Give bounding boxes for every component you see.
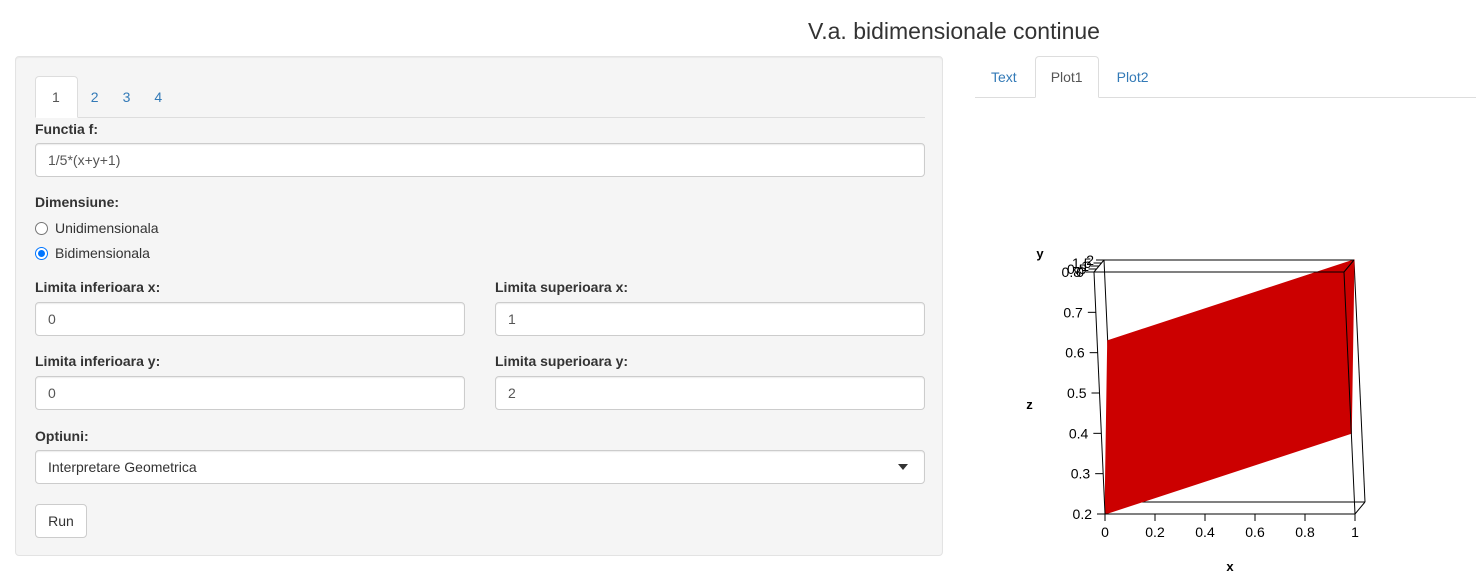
z-tick-label: 0.4 [1069,425,1089,441]
x-lower-label: Limita inferioara x: [35,279,161,295]
radio-unidimensional[interactable]: Unidimensionala [35,220,159,236]
z-tick-label: 0.6 [1065,345,1085,361]
radio-label-unidimensional: Unidimensionala [55,220,159,236]
tab-1[interactable]: 1 [35,76,78,118]
options-selected-value: Interpretare Geometrica [48,459,197,475]
x-tick-label: 0.6 [1245,524,1265,540]
surface-3d-plot: 0 0.2 0.4 0.6 0.8 10.20.30.40.50.60.70.800.51… [1026,246,1366,574]
x-tick-label: 0 [1101,524,1109,540]
caret-down-icon [898,464,908,470]
radio-label-bidimensional: Bidimensionala [55,245,150,261]
run-button[interactable]: Run [35,504,87,538]
x-axis-label: x [1226,559,1234,571]
x-upper-input[interactable]: 1 [495,302,925,336]
plot-area: 0 0.2 0.4 0.6 0.8 1 0.2 0.3 0.4 0.5 0.6 0.7 0.8 0 0.5 1… [975,98,1476,574]
radio-button-unidimensional[interactable] [35,221,48,235]
box-edge [1353,259,1366,503]
tab-plot1[interactable]: Plot1 [1034,56,1099,98]
x-upper-label: Limita superioara x: [495,279,629,295]
tab-3[interactable]: 3 [112,76,142,117]
tab-4[interactable]: 4 [143,76,173,117]
tab-plot2[interactable]: Plot2 [1101,56,1165,97]
z-tick-label: 0.7 [1063,304,1083,320]
main-tabs: Text Plot1 Plot2 [975,56,1476,98]
radio-bidimensional[interactable]: Bidimensionala [35,245,150,261]
box-edge [1354,501,1366,515]
options-select[interactable]: Interpretare Geometrica [35,450,925,484]
x-tick-label: 0.4 [1195,524,1215,540]
tab-2[interactable]: 2 [80,76,110,117]
y-lower-label: Limita inferioara y: [35,353,161,369]
x-tick-label: 0.2 [1145,524,1165,540]
surface-polygon [1104,259,1355,515]
sidebar-panel: 1 2 3 4 Functia f: 1/5*(x+y+1) Dimensiun… [15,56,943,556]
z-tick-label: 0.2 [1073,506,1093,522]
y-upper-input[interactable]: 2 [495,376,925,410]
options-label: Optiuni: [35,428,89,444]
z-tick-label: 0.5 [1067,385,1087,401]
z-tick-label: 0.3 [1071,466,1091,482]
dimension-label: Dimensiune: [35,194,120,210]
sidebar-tabs: 1 2 3 4 [35,76,925,118]
x-tick-label: 1 [1351,524,1359,540]
tab-text[interactable]: Text [975,56,1033,97]
y-axis-label: y [1036,246,1044,261]
radio-button-bidimensional[interactable] [35,246,48,260]
function-label: Functia f: [35,121,98,137]
x-lower-input[interactable]: 0 [35,302,465,336]
x-tick-label: 0.8 [1295,524,1315,540]
y-lower-input[interactable]: 0 [35,376,465,410]
page-title: V.a. bidimensionale continue [808,18,1100,44]
y-upper-label: Limita superioara y: [495,353,629,369]
y-tick-label: 2 [1086,252,1094,268]
function-input[interactable]: 1/5*(x+y+1) [35,143,925,177]
z-axis-label: z [1026,397,1033,412]
